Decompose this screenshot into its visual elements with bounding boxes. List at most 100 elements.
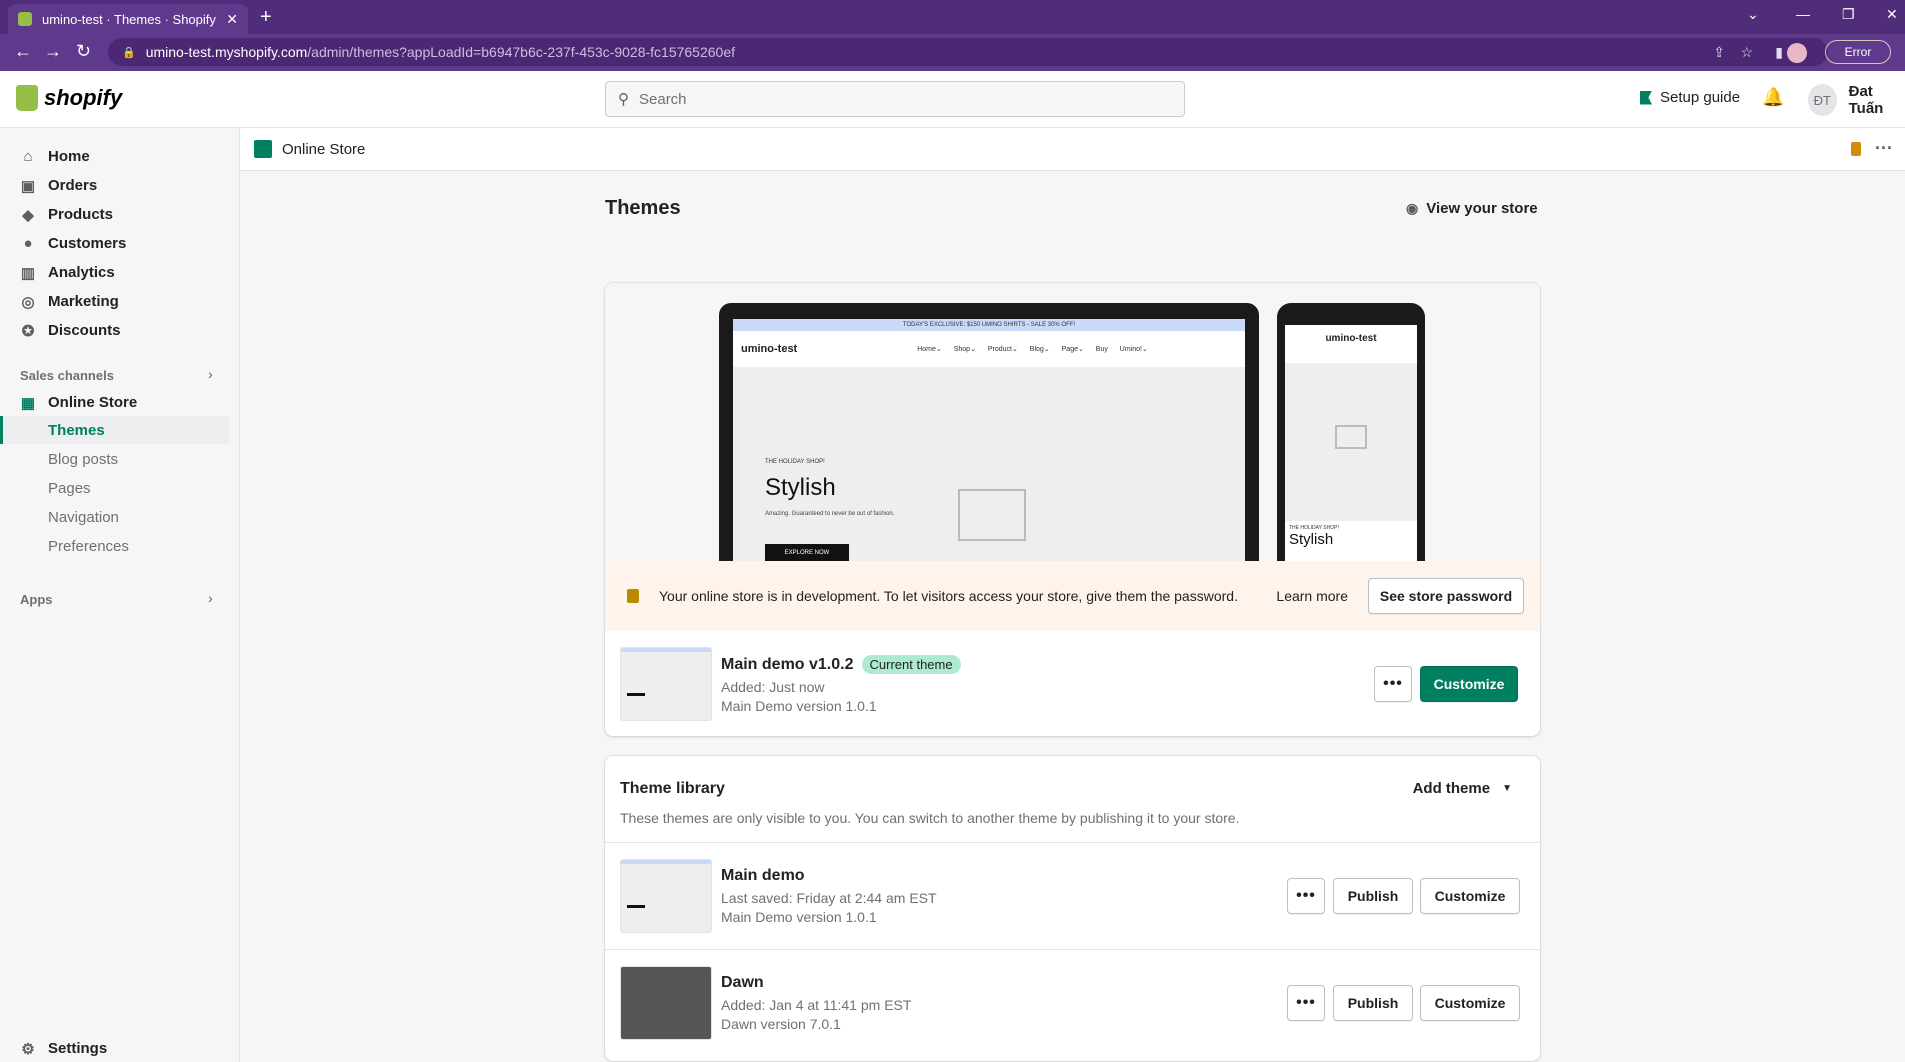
theme-name-text: Main demo v1.0.2 — [721, 655, 854, 673]
home-icon: ⌂ — [23, 148, 33, 165]
publish-button[interactable]: Publish — [1333, 985, 1413, 1021]
new-tab-icon[interactable]: + — [260, 6, 272, 29]
sidebar-item-home[interactable]: ⌂ Home — [20, 148, 89, 165]
theme-info: Main demo v1.0.2 Current theme Added: Ju… — [721, 655, 961, 716]
sidebar-item-products[interactable]: ◆ Products — [20, 206, 113, 224]
mobile-screen: umino-test THE HOLIDAY SHOP! Stylish — [1285, 325, 1417, 563]
sidebar-item-label: Customers — [48, 235, 127, 252]
active-item-indicator — [0, 416, 3, 444]
preview-hero-sub: Amazing. Guaranteed to never be out of f… — [765, 511, 895, 517]
sidebar-item-orders[interactable]: ▣ Orders — [20, 177, 97, 195]
close-window-icon[interactable]: ✕ — [1886, 6, 1898, 23]
sidebar-item-label: Marketing — [48, 293, 119, 310]
preview-hero-title: Stylish — [765, 474, 836, 501]
mobile-preview-header: umino-test — [1285, 325, 1417, 363]
restore-icon[interactable]: ❐ — [1842, 6, 1855, 23]
more-actions-button[interactable]: ••• — [1287, 985, 1325, 1021]
browser-tab[interactable]: umino-test · Themes · Shopify ✕ — [8, 4, 248, 34]
chart-icon: ▥ — [20, 264, 36, 282]
theme-library-card: Theme library These themes are only visi… — [605, 756, 1540, 1061]
preview-announcement: TODAY'S EXCLUSIVE: $150 UMINO SHIRTS - S… — [733, 319, 1245, 331]
shopify-topbar: shopify ⚲ Search Setup guide 🔔 ĐT Đat Tu… — [0, 71, 1905, 128]
more-actions-button[interactable]: ••• — [1287, 878, 1325, 914]
sidebar-item-label: Online Store — [48, 394, 138, 411]
page-title: Themes — [605, 197, 681, 219]
theme-name: Main demo v1.0.2 Current theme — [721, 655, 961, 674]
setup-guide-label: Setup guide — [1660, 89, 1741, 106]
current-theme-card: TODAY'S EXCLUSIVE: $150 UMINO SHIRTS - S… — [605, 283, 1540, 736]
customize-button[interactable]: Customize — [1420, 878, 1520, 914]
tab-search-icon[interactable]: ⌄ — [1747, 6, 1759, 23]
sidepanel-icon[interactable]: ▮ — [1775, 44, 1783, 61]
bell-icon[interactable]: 🔔 — [1762, 87, 1784, 108]
more-icon[interactable]: ··· — [1875, 138, 1893, 159]
eye-icon: ◉ — [1406, 200, 1419, 216]
back-icon[interactable]: ← — [14, 41, 32, 62]
user-menu[interactable]: ĐT Đat Tuấn — [1808, 83, 1905, 117]
active-item-bg — [0, 416, 230, 444]
breadcrumb-label[interactable]: Online Store — [282, 141, 365, 158]
theme-info: Dawn Added: Jan 4 at 11:41 pm EST Dawn v… — [721, 974, 911, 1034]
image-placeholder-icon — [958, 489, 1026, 541]
publish-button[interactable]: Publish — [1333, 878, 1413, 914]
tab-title: umino-test · Themes · Shopify — [42, 11, 216, 27]
sidebar-item-pages[interactable]: Pages — [48, 480, 91, 497]
chevron-right-icon[interactable]: › — [208, 590, 213, 606]
customize-button[interactable]: Customize — [1420, 985, 1520, 1021]
sidebar: ⌂ Home ▣ Orders ◆ Products ● Customers ▥ Anal… — [0, 128, 240, 1062]
url-path: /admin/themes?appLoadId=b6947b6c-237f-45… — [307, 44, 735, 60]
forward-icon[interactable]: → — [44, 41, 62, 62]
add-theme-button[interactable]: Add theme ▼ — [1413, 780, 1512, 797]
setup-guide-button[interactable]: Setup guide — [1640, 89, 1740, 106]
sidebar-item-online-store[interactable]: ▦ Online Store — [20, 394, 138, 412]
search-input[interactable]: ⚲ Search — [605, 81, 1185, 117]
url-field[interactable]: 🔒 umino-test.myshopify.com/admin/themes?… — [108, 38, 1828, 66]
mobile-preview: umino-test THE HOLIDAY SHOP! Stylish — [1277, 303, 1425, 563]
sidebar-item-preferences[interactable]: Preferences — [48, 538, 129, 555]
password-banner: Your online store is in development. To … — [605, 561, 1540, 631]
profile-avatar[interactable] — [1787, 43, 1807, 63]
shopify-logo[interactable]: shopify — [16, 85, 122, 111]
image-placeholder-icon — [1335, 425, 1367, 449]
sidebar-item-discounts[interactable]: ✪ Discounts — [20, 322, 121, 340]
sidebar-item-customers[interactable]: ● Customers — [20, 235, 126, 252]
current-theme-badge: Current theme — [861, 655, 961, 674]
error-button[interactable]: Error — [1825, 40, 1891, 64]
theme-thumbnail — [620, 966, 712, 1040]
reload-icon[interactable]: ↻ — [76, 41, 91, 62]
customize-button[interactable]: Customize — [1420, 666, 1518, 702]
see-store-password-button[interactable]: See store password — [1368, 578, 1524, 614]
browser-tab-bar: umino-test · Themes · Shopify ✕ + ⌄ — ❐ … — [0, 0, 1905, 34]
banner-message: Your online store is in development. To … — [659, 588, 1238, 604]
minimize-icon[interactable]: — — [1796, 6, 1810, 22]
more-actions-button[interactable]: ••• — [1374, 666, 1412, 702]
apps-title: Apps — [20, 592, 53, 607]
shopify-favicon-icon — [18, 12, 32, 26]
sidebar-item-themes[interactable]: Themes — [48, 422, 105, 439]
preview-nav: Home⌄ Shop⌄ Product⌄ Blog⌄ Page⌄ Buy Umi… — [917, 346, 1148, 353]
sidebar-item-navigation[interactable]: Navigation — [48, 509, 119, 526]
share-icon[interactable]: ⇪ — [1713, 44, 1725, 61]
bookmark-star-icon[interactable]: ☆ — [1740, 44, 1753, 61]
sidebar-item-blog-posts[interactable]: Blog posts — [48, 451, 118, 468]
sidebar-item-marketing[interactable]: ◎ Marketing — [20, 293, 119, 311]
view-store-button[interactable]: ◉ View your store — [1406, 200, 1538, 217]
store-icon — [254, 140, 272, 158]
theme-thumbnail — [620, 647, 712, 721]
chevron-right-icon[interactable]: › — [208, 366, 213, 382]
sidebar-item-analytics[interactable]: ▥ Analytics — [20, 264, 115, 282]
preview-hero-button: EXPLORE NOW — [765, 544, 849, 562]
user-name: Đat Tuấn — [1848, 83, 1884, 117]
lock-icon: 🔒 — [122, 46, 136, 59]
gear-icon: ⚙ — [21, 1040, 35, 1058]
search-icon: ⚲ — [618, 91, 629, 108]
library-theme-row: Main demo Last saved: Friday at 2:44 am … — [605, 843, 1540, 949]
avatar: ĐT — [1808, 84, 1837, 116]
sidebar-item-settings[interactable]: ⚙ Settings — [20, 1040, 107, 1058]
learn-more-link[interactable]: Learn more — [1276, 588, 1348, 604]
orders-icon: ▣ — [20, 177, 36, 195]
discount-icon: ✪ — [21, 322, 35, 340]
close-tab-icon[interactable]: ✕ — [226, 11, 238, 28]
pin-icon[interactable] — [1851, 142, 1861, 156]
theme-last-saved: Last saved: Friday at 2:44 am EST — [721, 890, 937, 906]
